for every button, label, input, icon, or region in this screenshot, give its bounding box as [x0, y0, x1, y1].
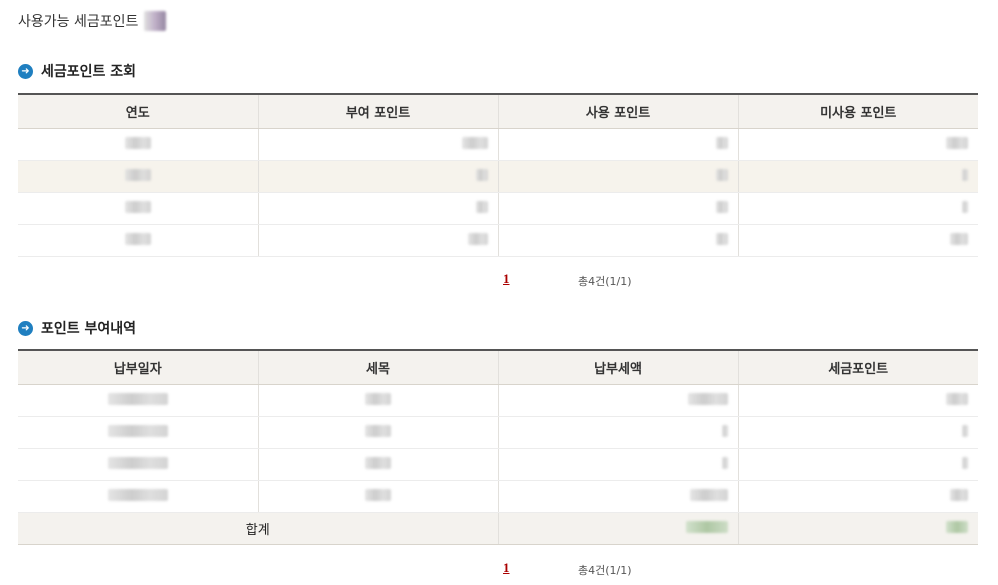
- table-row: [18, 224, 978, 257]
- cell-redacted: [737, 224, 978, 257]
- cell-redacted: [18, 128, 258, 161]
- cell-redacted: [18, 224, 258, 257]
- table-row: [18, 128, 978, 161]
- cell-redacted: [737, 384, 978, 417]
- cell-redacted: [737, 160, 978, 193]
- cell-redacted: [737, 448, 978, 481]
- table-row: [18, 160, 978, 193]
- cell-redacted: [497, 416, 738, 449]
- arrow-right-circle-icon: ➜: [18, 63, 33, 79]
- col-header-tax-amount: 납부세액: [497, 349, 738, 385]
- point-inquiry-table: 연도 부여 포인트 사용 포인트 미사용 포인트: [18, 93, 978, 257]
- table-row: [18, 384, 978, 417]
- cell-redacted: [257, 192, 498, 225]
- cell-redacted: [497, 192, 738, 225]
- available-points-value-redacted: [144, 11, 167, 31]
- col-header-year: 연도: [18, 93, 258, 129]
- cell-redacted: [737, 192, 978, 225]
- cell-redacted: [497, 448, 738, 481]
- section-title-point-inquiry: ➜ 세금포인트 조회: [18, 61, 136, 81]
- cell-redacted: [737, 416, 978, 449]
- cell-redacted: [497, 128, 738, 161]
- page-link-1[interactable]: 1: [503, 560, 510, 576]
- col-header-tax-item: 세목: [257, 349, 498, 385]
- col-header-tax-points: 세금포인트: [737, 349, 978, 385]
- cell-redacted: [18, 160, 258, 193]
- available-points-label: 사용가능 세금포인트: [18, 14, 139, 30]
- cell-redacted: [257, 128, 498, 161]
- cell-redacted: [257, 224, 498, 257]
- col-header-unused-points: 미사용 포인트: [737, 93, 978, 129]
- table-header-row: 납부일자 세목 납부세액 세금포인트: [18, 349, 978, 385]
- table-header-row: 연도 부여 포인트 사용 포인트 미사용 포인트: [18, 93, 978, 129]
- cell-redacted: [737, 480, 978, 513]
- col-header-payment-date: 납부일자: [18, 349, 258, 385]
- grant-history-table: 납부일자 세목 납부세액 세금포인트 합계: [18, 349, 978, 545]
- cell-redacted: [257, 160, 498, 193]
- col-header-granted-points: 부여 포인트: [257, 93, 498, 129]
- arrow-right-circle-icon: ➜: [18, 320, 33, 336]
- total-count: 총4건(1/1): [578, 275, 632, 288]
- cell-redacted: [257, 480, 498, 513]
- available-points: 사용가능 세금포인트: [18, 11, 167, 31]
- section-title-text: 포인트 부여내역: [41, 321, 137, 337]
- table-row: [18, 480, 978, 513]
- cell-redacted: [18, 384, 258, 417]
- page-link-1[interactable]: 1: [503, 271, 510, 287]
- table-row: [18, 416, 978, 449]
- sum-row: 합계: [18, 512, 978, 545]
- col-header-used-points: 사용 포인트: [497, 93, 738, 129]
- section-title-grant-history: ➜ 포인트 부여내역: [18, 318, 136, 338]
- sum-label: 합계: [18, 512, 498, 545]
- cell-redacted: [257, 448, 498, 481]
- cell-redacted: [737, 128, 978, 161]
- cell-redacted: [18, 480, 258, 513]
- sum-points-redacted: [737, 512, 978, 545]
- table-row: [18, 192, 978, 225]
- cell-redacted: [18, 448, 258, 481]
- cell-redacted: [497, 384, 738, 417]
- cell-redacted: [497, 160, 738, 193]
- cell-redacted: [497, 480, 738, 513]
- section-title-text: 세금포인트 조회: [41, 64, 137, 80]
- total-count: 총4건(1/1): [578, 564, 632, 577]
- cell-redacted: [18, 192, 258, 225]
- sum-amount-redacted: [497, 512, 738, 545]
- cell-redacted: [497, 224, 738, 257]
- cell-redacted: [18, 416, 258, 449]
- cell-redacted: [257, 416, 498, 449]
- table-row: [18, 448, 978, 481]
- cell-redacted: [257, 384, 498, 417]
